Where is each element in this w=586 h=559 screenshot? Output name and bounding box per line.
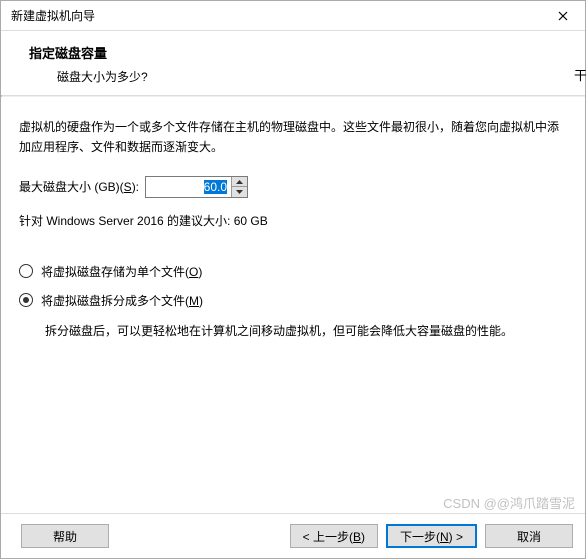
split-description: 拆分磁盘后，可以更轻松地在计算机之间移动虚拟机，但可能会降低大容量磁盘的性能。	[45, 321, 549, 341]
header-section: 指定磁盘容量 磁盘大小为多少?	[1, 31, 585, 95]
chevron-up-icon	[236, 180, 243, 184]
close-icon	[558, 11, 568, 21]
disk-size-label: 最大磁盘大小 (GB)(S):	[19, 178, 139, 195]
radio-single-file[interactable]: 将虚拟磁盘存储为单个文件(O)	[19, 263, 567, 280]
recommended-size-text: 针对 Windows Server 2016 的建议大小: 60 GB	[19, 212, 567, 229]
wizard-dialog: 新建虚拟机向导 指定磁盘容量 磁盘大小为多少? 虚拟机的硬盘作为一个或多个文件存…	[0, 0, 586, 559]
close-button[interactable]	[540, 1, 585, 31]
chevron-down-icon	[236, 190, 243, 194]
spinner-buttons	[231, 177, 247, 197]
spinner-up-button[interactable]	[232, 177, 247, 188]
radio-split-files-label: 将虚拟磁盘拆分成多个文件(M)	[41, 292, 203, 309]
titlebar: 新建虚拟机向导	[1, 1, 585, 31]
window-title: 新建虚拟机向导	[11, 7, 95, 24]
radio-single-file-label: 将虚拟磁盘存储为单个文件(O)	[41, 263, 202, 280]
help-button[interactable]: 帮助	[21, 524, 109, 548]
description-text: 虚拟机的硬盘作为一个或多个文件存储在主机的物理磁盘中。这些文件最初很小，随着您向…	[19, 117, 567, 158]
page-subtitle: 磁盘大小为多少?	[29, 68, 557, 85]
back-button[interactable]: < 上一步(B)	[290, 524, 378, 548]
disk-size-spinner[interactable]	[145, 176, 248, 198]
content-area: 虚拟机的硬盘作为一个或多个文件存储在主机的物理磁盘中。这些文件最初很小，随着您向…	[1, 97, 585, 513]
page-title: 指定磁盘容量	[29, 43, 557, 62]
disk-size-input[interactable]	[146, 177, 231, 197]
spinner-down-button[interactable]	[232, 187, 247, 197]
next-button[interactable]: 下一步(N) >	[386, 524, 477, 548]
disk-size-row: 最大磁盘大小 (GB)(S):	[19, 176, 567, 198]
button-bar: 帮助 < 上一步(B) 下一步(N) > 取消	[1, 513, 585, 558]
side-char: 干	[574, 65, 586, 84]
radio-split-files[interactable]: 将虚拟磁盘拆分成多个文件(M)	[19, 292, 567, 309]
radio-icon	[19, 264, 33, 278]
radio-icon	[19, 293, 33, 307]
cancel-button[interactable]: 取消	[485, 524, 573, 548]
